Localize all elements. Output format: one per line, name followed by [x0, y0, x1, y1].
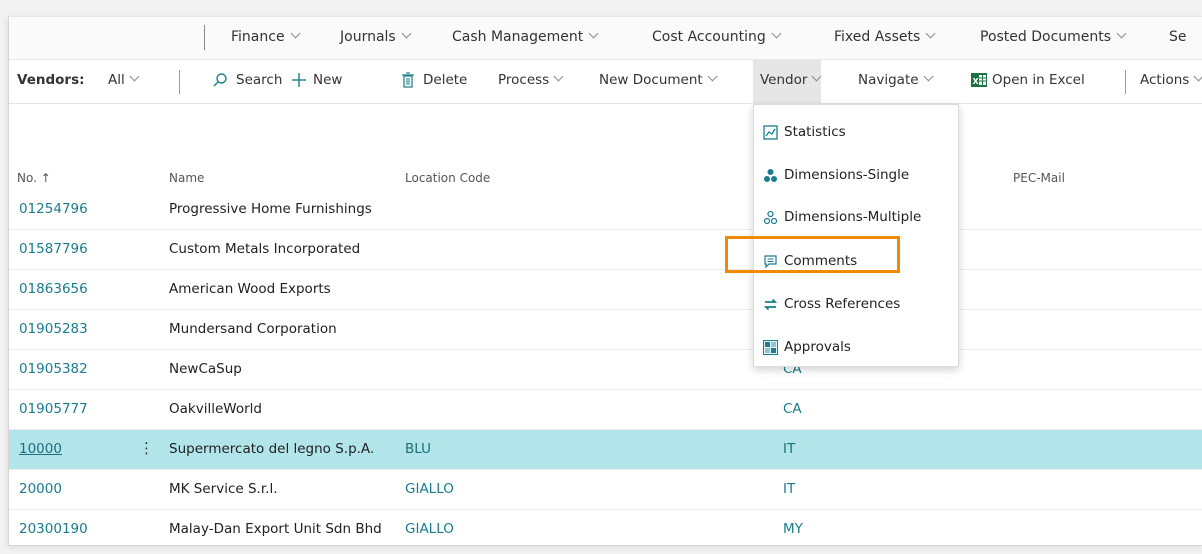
vendor-name: Malay-Dan Export Unit Sdn Bhd	[169, 521, 382, 537]
vendor-location-code[interactable]: GIALLO	[405, 481, 454, 497]
column-header-name[interactable]: Name	[169, 171, 204, 185]
chevron-down-icon	[129, 71, 140, 81]
vendor-country-code: IT	[783, 441, 796, 457]
vendor-name: Progressive Home Furnishings	[169, 201, 372, 217]
plus-icon	[292, 73, 306, 87]
vendor-country-code: IT	[783, 481, 796, 497]
vendor-name: Mundersand Corporation	[169, 321, 337, 337]
menu-cost-accounting[interactable]: Cost Accounting	[652, 28, 782, 45]
vendor-list-window: Finance Journals Cash Management Cost Ac…	[8, 16, 1202, 546]
search-icon	[213, 73, 227, 87]
vendor-location-code[interactable]: BLU	[405, 441, 431, 457]
chevron-down-icon	[811, 71, 822, 81]
comments-highlight-box	[725, 236, 900, 273]
vendor-no-link[interactable]: 01905382	[19, 361, 88, 377]
vendor-menu[interactable]: Vendor	[760, 71, 822, 88]
menu-setup-truncated[interactable]: Se	[1169, 29, 1187, 45]
table-row[interactable]: 01905382 NewCaSup CA	[9, 350, 1202, 390]
menu-item-approvals[interactable]: Approvals	[762, 332, 851, 362]
view-filter-dropdown[interactable]: All	[108, 71, 140, 88]
chevron-down-icon	[1193, 71, 1202, 81]
menu-fixed-assets[interactable]: Fixed Assets	[834, 28, 936, 45]
action-bar: Vendors: All Search New Delete Process N…	[9, 60, 1202, 104]
chevron-down-icon	[1116, 28, 1127, 39]
vendors-caption: Vendors:	[17, 72, 85, 88]
menu-finance[interactable]: Finance	[231, 28, 301, 45]
vendor-name: Custom Metals Incorporated	[169, 241, 361, 257]
table-row[interactable]: 01905283 Mundersand Corporation	[9, 310, 1202, 350]
vendor-name: American Wood Exports	[169, 281, 331, 297]
menu-item-dimensions-single[interactable]: Dimensions-Single	[762, 160, 909, 190]
column-header-no[interactable]: No. ↑	[17, 171, 51, 185]
menu-item-dimensions-multiple[interactable]: Dimensions-Multiple	[762, 202, 921, 232]
process-menu[interactable]: Process	[498, 71, 564, 88]
chevron-down-icon	[925, 28, 936, 39]
chevron-down-icon	[771, 28, 782, 39]
menu-divider	[204, 25, 205, 50]
chevron-down-icon	[553, 71, 564, 81]
table-row[interactable]: 01863656 American Wood Exports	[9, 270, 1202, 310]
action-divider	[1125, 70, 1126, 94]
chevron-down-icon	[290, 28, 301, 39]
vendor-country-code: CA	[783, 401, 802, 417]
vendor-name: NewCaSup	[169, 361, 242, 377]
vendor-location-code[interactable]: GIALLO	[405, 521, 454, 537]
trash-icon	[402, 72, 414, 88]
dimensions-multiple-icon	[762, 209, 778, 225]
chevron-down-icon	[707, 71, 718, 81]
cross-references-icon	[762, 296, 778, 312]
chevron-down-icon	[923, 71, 934, 81]
menu-item-statistics[interactable]: Statistics	[762, 117, 846, 147]
vendor-no-link[interactable]: 01905283	[19, 321, 88, 337]
action-divider	[179, 70, 180, 94]
vendor-no-link[interactable]: 01587796	[19, 241, 88, 257]
open-in-excel-button[interactable]: X Open in Excel	[971, 72, 1085, 88]
vendor-no-link[interactable]: 01254796	[19, 201, 88, 217]
column-header-location-code[interactable]: Location Code	[405, 171, 490, 185]
actions-menu[interactable]: Actions	[1140, 71, 1202, 88]
vendor-no-link[interactable]: 20300190	[19, 521, 88, 537]
table-row[interactable]: 01254796 Progressive Home Furnishings	[9, 190, 1202, 230]
top-navigation-menu: Finance Journals Cash Management Cost Ac…	[9, 17, 1202, 60]
svg-text:X: X	[973, 77, 980, 86]
new-document-menu[interactable]: New Document	[599, 71, 718, 88]
chevron-down-icon	[401, 28, 412, 39]
table-row[interactable]: 20300190 Malay-Dan Export Unit Sdn Bhd G…	[9, 510, 1202, 545]
vendor-name: Supermercato del legno S.p.A.	[169, 441, 375, 457]
menu-posted-documents[interactable]: Posted Documents	[980, 28, 1127, 45]
menu-journals[interactable]: Journals	[340, 28, 412, 45]
new-button[interactable]: New	[291, 72, 342, 88]
row-actions-ellipsis-icon[interactable]: ⋮	[139, 439, 154, 457]
approvals-icon	[762, 339, 778, 355]
excel-icon: X	[971, 73, 987, 87]
table-row-selected[interactable]: 10000 ⋮ Supermercato del legno S.p.A. BL…	[9, 430, 1202, 470]
menu-cash-management[interactable]: Cash Management	[452, 28, 599, 45]
vendor-no-link[interactable]: 01863656	[19, 281, 88, 297]
chevron-down-icon	[588, 28, 599, 39]
vendor-name: OakvilleWorld	[169, 401, 262, 417]
statistics-icon	[762, 124, 778, 140]
vendor-country-code: MY	[783, 521, 803, 537]
column-header-pec-mail[interactable]: PEC-Mail	[1013, 171, 1065, 185]
table-row[interactable]: 01587796 Custom Metals Incorporated	[9, 230, 1202, 270]
vendor-no-link[interactable]: 01905777	[19, 401, 88, 417]
dimensions-single-icon	[762, 167, 778, 183]
delete-button[interactable]: Delete	[401, 72, 467, 88]
vendor-no-link[interactable]: 10000	[19, 441, 62, 457]
vendor-no-link[interactable]: 20000	[19, 481, 62, 497]
menu-item-cross-references[interactable]: Cross References	[762, 289, 900, 319]
navigate-menu[interactable]: Navigate	[858, 71, 934, 88]
search-button[interactable]: Search	[212, 72, 282, 88]
table-row[interactable]: 20000 MK Service S.r.l. GIALLO IT	[9, 470, 1202, 510]
vendor-name: MK Service S.r.l.	[169, 481, 278, 497]
table-row[interactable]: 01905777 OakvilleWorld CA	[9, 390, 1202, 430]
